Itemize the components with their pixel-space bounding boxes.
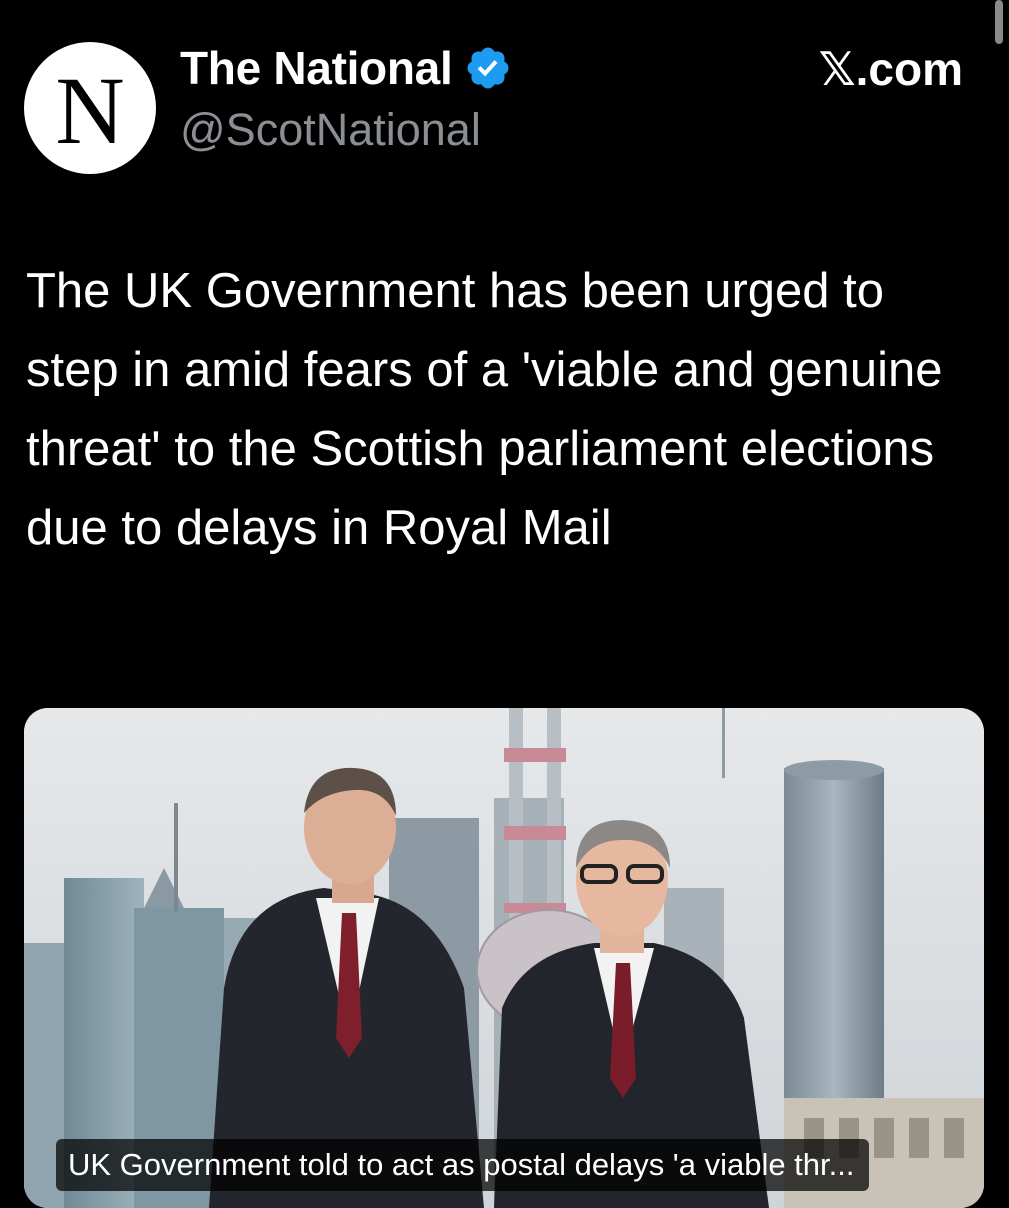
account-name-row: The National xyxy=(180,40,512,96)
verified-badge-icon xyxy=(467,47,509,89)
media-caption: UK Government told to act as postal dela… xyxy=(56,1139,869,1191)
avatar-letter: N xyxy=(55,57,125,164)
source-label: 𝕏.com xyxy=(818,43,963,95)
media-photo xyxy=(24,708,984,1208)
media-card[interactable]: UK Government told to act as postal dela… xyxy=(24,708,984,1208)
account-handle[interactable]: @ScotNational xyxy=(180,104,481,156)
post-text: The UK Government has been urged to step… xyxy=(26,264,943,555)
avatar[interactable]: N xyxy=(24,42,156,174)
scroll-indicator[interactable] xyxy=(995,0,1003,44)
display-name[interactable]: The National xyxy=(180,41,453,95)
